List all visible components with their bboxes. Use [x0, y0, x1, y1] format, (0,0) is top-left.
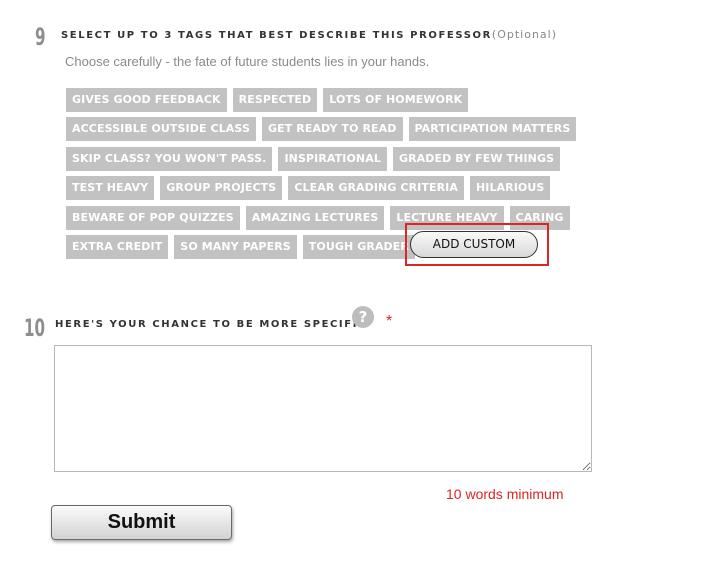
tag-row: SKIP CLASS? YOU WON'T PASS. INSPIRATIONAL… [66, 147, 561, 171]
tag-button[interactable]: GRADED BY FEW THINGS [392, 147, 561, 171]
tag-button[interactable]: GROUP PROJECTS [160, 176, 283, 200]
tag-button[interactable]: TOUGH GRADER [302, 235, 415, 259]
question-9-subtext: Choose carefully - the fate of future st… [65, 54, 430, 69]
minimum-words-note: 10 words minimum [446, 486, 564, 502]
tag-button[interactable]: BEWARE OF POP QUIZZES [66, 206, 240, 230]
submit-button[interactable]: Submit [51, 505, 232, 540]
required-star: * [386, 313, 393, 330]
help-icon[interactable]: ? [352, 306, 374, 328]
tag-row: EXTRA CREDIT SO MANY PAPERS TOUGH GRADER [66, 235, 415, 259]
question-9-title-text: SELECT UP TO 3 TAGS THAT BEST DESCRIBE T… [61, 30, 492, 41]
tag-button[interactable]: EXTRA CREDIT [66, 235, 169, 259]
tag-button[interactable]: INSPIRATIONAL [278, 147, 387, 171]
tag-button[interactable]: TEST HEAVY [66, 176, 155, 200]
tag-button[interactable]: SO MANY PAPERS [174, 235, 297, 259]
tag-button[interactable]: PARTICIPATION MATTERS [408, 117, 577, 141]
tag-row: GIVES GOOD FEEDBACK RESPECTED LOTS OF HOME… [66, 88, 469, 112]
question-9-number: 9 [35, 23, 46, 51]
question-10-number: 10 [24, 314, 46, 342]
tag-button[interactable]: HILARIOUS [469, 176, 551, 200]
tag-button[interactable]: RESPECTED [232, 88, 318, 112]
tag-button[interactable]: CLEAR GRADING CRITERIA [288, 176, 464, 200]
comment-textarea[interactable] [54, 345, 592, 472]
tag-button[interactable]: GET READY TO READ [261, 117, 403, 141]
tag-button[interactable]: AMAZING LECTURES [245, 206, 385, 230]
optional-label: (Optional) [491, 28, 558, 41]
question-9-title: SELECT UP TO 3 TAGS THAT BEST DESCRIBE T… [61, 28, 557, 41]
add-custom-button[interactable]: ADD CUSTOM [410, 231, 538, 258]
tag-row: ACCESSIBLE OUTSIDE CLASS GET READY TO REA… [66, 117, 577, 141]
tag-button[interactable]: SKIP CLASS? YOU WON'T PASS. [66, 147, 273, 171]
tag-button[interactable]: LOTS OF HOMEWORK [323, 88, 469, 112]
tag-button[interactable]: ACCESSIBLE OUTSIDE CLASS [66, 117, 256, 141]
tag-row: TEST HEAVY GROUP PROJECTS CLEAR GRADING CR… [66, 176, 551, 200]
tag-button[interactable]: GIVES GOOD FEEDBACK [66, 88, 227, 112]
question-10-title: HERE'S YOUR CHANCE TO BE MORE SPECIFIC [55, 319, 367, 330]
